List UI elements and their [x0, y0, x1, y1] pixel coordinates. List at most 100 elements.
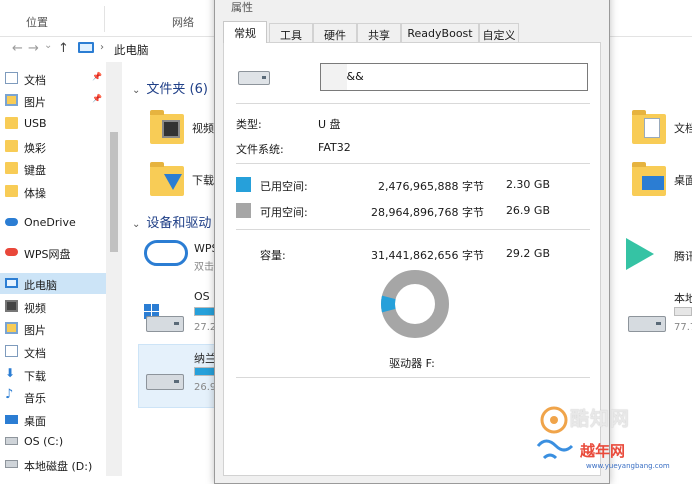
- chevron-down-icon[interactable]: ⌄: [132, 85, 140, 96]
- doc-icon: [5, 72, 18, 84]
- used-space-swatch: [236, 177, 251, 192]
- divider: [236, 229, 590, 230]
- scrollbar-thumb[interactable]: [110, 132, 118, 252]
- capacity-gb: 29.2 GB: [505, 247, 550, 260]
- this-pc-icon: [5, 278, 18, 288]
- sidebar-item-label: 音乐: [24, 392, 46, 405]
- tab[interactable]: 共享: [357, 23, 401, 42]
- free-space-bytes: 28,964,896,768 字节: [371, 206, 484, 219]
- capacity-bar: [674, 307, 692, 316]
- sidebar-item-label: 下载: [24, 370, 46, 383]
- sidebar-item[interactable]: 体操: [0, 181, 106, 202]
- sidebar-item-label: 图片: [24, 324, 46, 337]
- music-icon: ♪: [5, 387, 14, 402]
- tile-label[interactable]: 纳兰: [194, 350, 216, 366]
- desktop-folder-icon[interactable]: [632, 162, 666, 196]
- sidebar-item[interactable]: 此电脑: [0, 273, 106, 294]
- sidebar-item[interactable]: WPS网盘: [0, 242, 106, 263]
- pin-icon[interactable]: 📌: [92, 94, 102, 103]
- sidebar-item[interactable]: 图片 📌: [0, 90, 106, 111]
- dialog-tabs: 常规 工具 硬件 共享 ReadyBoost 自定义: [223, 21, 603, 43]
- sidebar-item[interactable]: OS (C:): [0, 431, 106, 452]
- section-devices[interactable]: ⌄ 设备和驱动: [132, 212, 211, 231]
- usb-drive-icon[interactable]: [146, 374, 184, 390]
- back-arrow-icon[interactable]: ←: [12, 41, 23, 56]
- sidebar-item-label: OneDrive: [24, 216, 76, 229]
- film-icon: [162, 120, 180, 138]
- download-icon: ⬇: [5, 366, 16, 380]
- section-devices-label: 设备和驱动: [146, 216, 212, 231]
- sidebar-item[interactable]: 本地磁盘 (D:): [0, 454, 106, 475]
- wps-cloud-icon[interactable]: [144, 240, 188, 266]
- forward-arrow-icon[interactable]: →: [28, 41, 39, 56]
- tile-label[interactable]: 桌面: [674, 172, 692, 188]
- pin-icon[interactable]: 📌: [92, 72, 102, 81]
- divider: [236, 377, 590, 378]
- sidebar-item[interactable]: USB: [0, 113, 106, 134]
- doc-sheet-icon: [644, 118, 660, 138]
- folder-icon: [5, 162, 18, 174]
- sidebar-item[interactable]: 桌面: [0, 409, 106, 430]
- tab-label: ReadyBoost: [407, 27, 473, 40]
- chevron-down-icon[interactable]: ⌄: [132, 219, 140, 230]
- tile-label[interactable]: 腾讯: [674, 248, 692, 264]
- pictures-icon: [5, 322, 18, 334]
- download-arrow-icon: [164, 174, 182, 190]
- sidebar-item[interactable]: 图片: [0, 318, 106, 339]
- up-arrow-icon[interactable]: ↑: [58, 41, 69, 56]
- sidebar-item[interactable]: ⬇ 下载: [0, 364, 106, 385]
- tab[interactable]: 自定义: [479, 23, 519, 42]
- sidebar-item[interactable]: 键盘: [0, 158, 106, 179]
- free-space-label: 可用空间:: [260, 206, 308, 219]
- sidebar-item-label: 键盘: [24, 164, 46, 177]
- breadcrumb-this-pc[interactable]: 此电脑: [114, 42, 149, 58]
- documents-folder-icon[interactable]: [632, 110, 666, 144]
- used-space-bytes: 2,476,965,888 字节: [378, 180, 484, 193]
- sidebar-item[interactable]: ♪ 音乐: [0, 386, 106, 407]
- section-folders-label: 文件夹 (6): [146, 82, 208, 97]
- sidebar-item[interactable]: 焕彩: [0, 136, 106, 157]
- tile-label[interactable]: 视频: [192, 120, 214, 136]
- section-folders[interactable]: ⌄ 文件夹 (6): [132, 78, 208, 97]
- sidebar-item[interactable]: 文档: [0, 341, 106, 362]
- tab[interactable]: ReadyBoost: [401, 23, 479, 42]
- usage-donut-chart: [381, 270, 449, 338]
- volume-name-field[interactable]: ,&&: [320, 63, 588, 91]
- tile-label[interactable]: 文档: [674, 120, 692, 136]
- tile-label[interactable]: 下载: [192, 172, 214, 188]
- ribbon-separator: [104, 6, 105, 32]
- drive-icon: [5, 437, 18, 445]
- drive-d-icon[interactable]: [628, 316, 666, 332]
- sidebar-item-label: 图片: [24, 96, 46, 109]
- sidebar-item-label: 文档: [24, 347, 46, 360]
- onedrive-icon: [5, 218, 18, 226]
- downloads-folder-icon[interactable]: [150, 162, 184, 196]
- watermark-brand: 酷知网: [570, 408, 631, 430]
- tencent-video-icon[interactable]: [626, 238, 654, 270]
- sidebar-item[interactable]: OneDrive: [0, 212, 106, 233]
- usb-drive-icon: [238, 71, 270, 85]
- recent-dropdown-icon[interactable]: ⌄: [44, 40, 52, 51]
- sidebar-item[interactable]: 视频: [0, 296, 106, 317]
- tile-label[interactable]: OS: [194, 290, 210, 303]
- sidebar-scrollbar[interactable]: [106, 62, 122, 476]
- used-space-gb: 2.30 GB: [505, 178, 550, 191]
- doc-icon: [5, 345, 18, 357]
- sidebar-item[interactable]: 文档 📌: [0, 68, 106, 89]
- tab[interactable]: 硬件: [313, 23, 357, 42]
- capacity-bar: [194, 367, 216, 376]
- tab[interactable]: 常规: [223, 21, 267, 43]
- tile-subtext: 77.7: [674, 322, 692, 333]
- tab[interactable]: 工具: [269, 23, 313, 42]
- breadcrumb-chevron-icon[interactable]: ›: [100, 42, 104, 53]
- sidebar-item-label: 文档: [24, 74, 46, 87]
- drive-c-icon[interactable]: [146, 316, 184, 332]
- used-space-label: 已用空间:: [260, 180, 308, 193]
- free-space-gb: 26.9 GB: [505, 204, 550, 217]
- tile-label[interactable]: 本地: [674, 290, 692, 306]
- filesystem-label: 文件系统:: [236, 143, 284, 156]
- tab-label: 常规: [234, 27, 256, 40]
- videos-folder-icon[interactable]: [150, 110, 184, 144]
- capacity-bytes: 31,441,862,656 字节: [371, 249, 484, 262]
- tab-label: 共享: [368, 29, 390, 42]
